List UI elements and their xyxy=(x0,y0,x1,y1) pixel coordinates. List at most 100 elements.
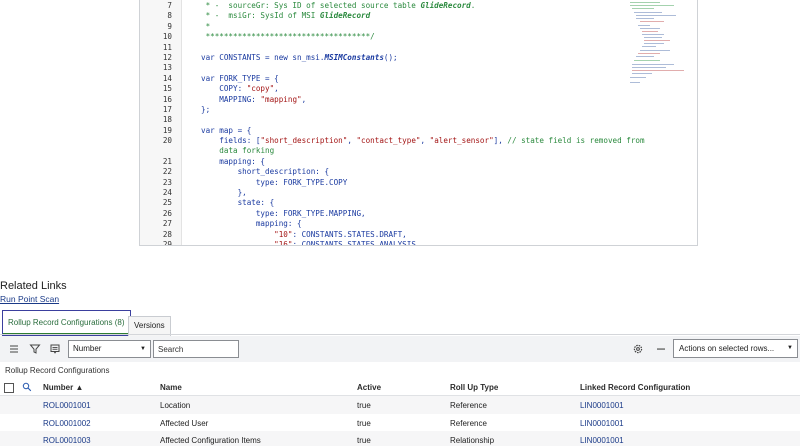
code-line: 29 "16": CONSTANTS.STATES.ANALYSIS, xyxy=(140,239,620,246)
code-text: data forking xyxy=(219,146,275,156)
line-number: 24 xyxy=(162,188,172,198)
line-number: 11 xyxy=(162,42,172,52)
code-line: data forking xyxy=(140,146,620,156)
line-number: 26 xyxy=(162,208,172,218)
code-text: "16": CONSTANTS.STATES.ANALYSIS, xyxy=(274,239,421,246)
code-line: 18 xyxy=(140,115,620,125)
code-line: 9 * xyxy=(140,22,620,32)
gear-icon[interactable] xyxy=(632,343,644,355)
record-name: Location xyxy=(160,401,191,410)
code-text: short_description: { xyxy=(201,167,330,177)
search-field-value: Number xyxy=(73,344,102,353)
line-number: 10 xyxy=(162,32,172,42)
actions-on-selected-rows-select[interactable]: Actions on selected rows... ▼ xyxy=(673,339,798,358)
tab-versions[interactable]: Versions xyxy=(128,316,171,336)
collapse-icon[interactable] xyxy=(655,343,667,355)
search-icon[interactable] xyxy=(22,382,32,392)
record-name: Affected User xyxy=(160,418,209,428)
code-text: var map = { xyxy=(201,125,252,135)
line-number: 28 xyxy=(162,229,172,239)
line-number: 23 xyxy=(162,177,172,187)
code-text: state: { xyxy=(201,198,275,208)
code-text: * - msiGr: SysId of MSI GlideRecord xyxy=(201,11,371,21)
column-header-number[interactable]: Number ▲ xyxy=(43,383,83,392)
search-input[interactable] xyxy=(153,340,239,358)
column-header-name[interactable]: Name xyxy=(160,383,182,392)
run-point-scan-link[interactable]: Run Point Scan xyxy=(0,294,59,304)
line-number: 19 xyxy=(162,125,172,135)
tab-rollup-record-configurations[interactable]: Rollup Record Configurations (8) xyxy=(2,310,131,336)
column-header-roll-up-type[interactable]: Roll Up Type xyxy=(450,383,498,392)
line-number: 16 xyxy=(162,94,172,104)
code-line: 7 * - sourceGr: Sys ID of selected sourc… xyxy=(140,1,620,11)
code-line: 19 var map = { xyxy=(140,126,620,136)
code-text: * - sourceGr: Sys ID of selected source … xyxy=(201,1,476,10)
line-number: 22 xyxy=(162,167,172,177)
code-lines: 7 * - sourceGr: Sys ID of selected sourc… xyxy=(140,1,645,246)
record-number-link[interactable]: ROL0001003 xyxy=(43,436,91,445)
code-minimap[interactable] xyxy=(626,0,688,90)
code-text: mapping: { xyxy=(201,156,266,166)
chevron-down-icon: ▼ xyxy=(787,345,793,351)
code-line: 25 state: { xyxy=(140,198,620,208)
code-text: MAPPING: "mapping", xyxy=(201,94,307,104)
record-name: Affected Configuration Items xyxy=(160,436,261,445)
table-row: ROL0001002 Affected User true Reference … xyxy=(0,413,800,431)
record-number-link[interactable]: ROL0001002 xyxy=(43,419,91,428)
linked-record-link[interactable]: LIN0001001 xyxy=(580,401,624,410)
line-number: 13 xyxy=(162,63,172,73)
related-lists-tabs: Rollup Record Configurations (8) Version… xyxy=(0,310,800,336)
code-line: 17}; xyxy=(140,105,620,115)
code-text: fields: ["short_description", "contact_t… xyxy=(201,136,645,146)
code-line: 15 COPY: "copy", xyxy=(140,84,620,94)
code-line: 22 short_description: { xyxy=(140,167,620,177)
code-line: 24 }, xyxy=(140,188,620,198)
code-line: 16 MAPPING: "mapping", xyxy=(140,95,620,105)
search-field-select[interactable]: Number ▼ xyxy=(68,340,151,358)
code-line: 10 ************************************/ xyxy=(140,32,620,42)
table-row: ROL0001003 Affected Configuration Items … xyxy=(0,431,800,446)
line-number: 9 xyxy=(167,21,172,31)
table-row: ROL0001001 Location true Reference LIN00… xyxy=(0,396,800,414)
record-active: true xyxy=(357,418,371,428)
code-text: }; xyxy=(201,104,211,114)
list-view-icon[interactable] xyxy=(49,343,61,355)
hamburger-menu-icon[interactable] xyxy=(9,343,21,355)
record-number-link[interactable]: ROL0001001 xyxy=(43,401,91,410)
actions-select-value: Actions on selected rows... xyxy=(679,344,775,353)
code-text: type: FORK_TYPE.MAPPING, xyxy=(201,208,366,218)
column-header-linked-record-configuration[interactable]: Linked Record Configuration xyxy=(580,383,690,392)
line-number: 25 xyxy=(162,198,172,208)
code-line: 12 var CONSTANTS = new sn_msi.MSIMConstan… xyxy=(140,53,620,63)
line-number: 29 xyxy=(162,239,172,246)
line-number: 8 xyxy=(167,11,172,21)
linked-record-link[interactable]: LIN0001001 xyxy=(580,436,624,445)
linked-record-link[interactable]: LIN0001001 xyxy=(580,419,624,428)
line-number: 14 xyxy=(162,73,172,83)
code-text: COPY: "copy", xyxy=(201,84,279,94)
code-text: }, xyxy=(201,188,247,198)
code-line: 20 fields: ["short_description", "contac… xyxy=(140,136,645,146)
code-text: * xyxy=(201,21,211,31)
code-line: 27 mapping: { xyxy=(140,219,620,229)
line-number: 21 xyxy=(162,156,172,166)
line-number: 7 xyxy=(167,1,172,10)
record-rollup-type: Reference xyxy=(450,418,487,428)
code-text: ************************************/ xyxy=(201,32,375,42)
filter-icon[interactable] xyxy=(29,343,41,355)
list-caption: Rollup Record Configurations xyxy=(5,366,110,375)
select-all-checkbox[interactable] xyxy=(4,383,14,393)
line-number: 15 xyxy=(162,84,172,94)
code-line: 8 * - msiGr: SysId of MSI GlideRecord xyxy=(140,11,620,21)
code-text: type: FORK_TYPE.COPY xyxy=(201,177,348,187)
code-editor[interactable]: 7 * - sourceGr: Sys ID of selected sourc… xyxy=(139,0,698,246)
code-text: var CONSTANTS = new sn_msi.MSIMConstants… xyxy=(201,52,398,62)
code-line: 26 type: FORK_TYPE.MAPPING, xyxy=(140,209,620,219)
code-line: 23 type: FORK_TYPE.COPY xyxy=(140,178,620,188)
code-line: 11 xyxy=(140,43,620,53)
line-number: 12 xyxy=(162,52,172,62)
code-line: 14 var FORK_TYPE = { xyxy=(140,74,620,84)
chevron-down-icon: ▼ xyxy=(140,346,146,352)
column-header-active[interactable]: Active xyxy=(357,383,381,392)
tabs-divider xyxy=(0,334,800,335)
